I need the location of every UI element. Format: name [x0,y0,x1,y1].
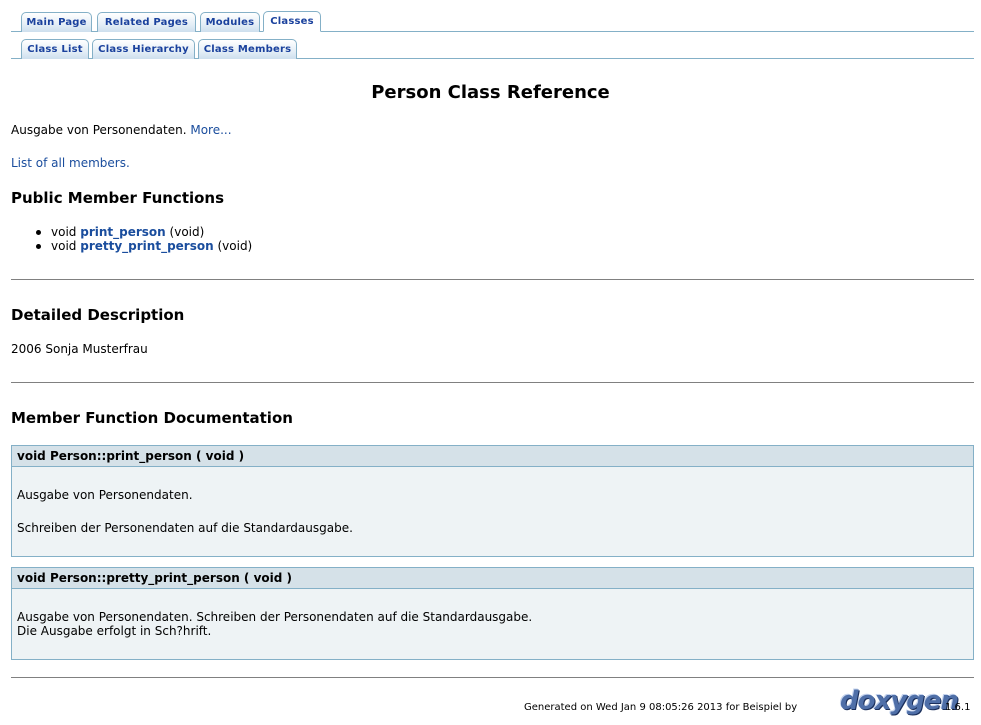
function-args: (void) [169,225,205,239]
sub-tab-bar: Class List Class Hierarchy Class Members [11,36,974,59]
tab-class-members[interactable]: Class Members [198,39,297,59]
all-members-link[interactable]: List of all members. [11,156,130,170]
tab-modules[interactable]: Modules [200,12,260,32]
member-doc-line: Ausgabe von Personendaten. Schreiben der… [17,610,533,624]
separator [11,382,974,383]
separator [11,677,974,678]
member-prototype-print-person: void Person::print_person ( void ) [11,445,974,467]
tab-class-list[interactable]: Class List [21,39,89,59]
page-title: Person Class Reference [371,82,610,103]
tab-main-page[interactable]: Main Page [21,12,92,32]
tab-classes[interactable]: Classes [263,11,321,32]
member-doc-print-person [11,467,974,557]
function-link-pretty-print-person[interactable]: pretty_print_person [80,239,213,253]
member-doc-line: Schreiben der Personendaten auf die Stan… [17,521,353,535]
main-tab-bar: Main Page Related Pages Modules Classes [11,9,974,32]
function-return: void [51,225,77,239]
member-doc-line: Die Ausgabe erfolgt in Sch?hrift. [17,624,212,638]
function-item: void print_person (void) [51,225,204,239]
member-docs-heading: Member Function Documentation [11,409,293,427]
bullet-icon [36,230,41,235]
detailed-description-heading: Detailed Description [11,306,185,324]
member-prototype-pretty-print-person: void Person::pretty_print_person ( void … [11,567,974,589]
doxygen-logo[interactable]: doxygen [840,684,959,718]
detailed-description-text: 2006 Sonja Musterfrau [11,342,148,356]
footer-generated: Generated on Wed Jan 9 08:05:26 2013 for… [524,702,798,713]
separator [11,279,974,280]
public-functions-heading: Public Member Functions [11,189,225,207]
function-link-print-person[interactable]: print_person [80,225,165,239]
all-members-row: List of all members. [11,156,130,170]
bullet-icon [36,244,41,249]
footer-version: 1.6.1 [945,702,971,713]
tab-class-hierarchy[interactable]: Class Hierarchy [92,39,195,59]
more-link[interactable]: More... [190,123,231,137]
brief-text: Ausgabe von Personendaten. [11,123,187,137]
brief-description: Ausgabe von Personendaten. More... [11,123,232,137]
function-args: (void) [217,239,253,253]
function-return: void [51,239,77,253]
function-item: void pretty_print_person (void) [51,239,252,253]
tab-related-pages[interactable]: Related Pages [97,12,196,32]
member-doc-line: Ausgabe von Personendaten. [17,488,193,502]
